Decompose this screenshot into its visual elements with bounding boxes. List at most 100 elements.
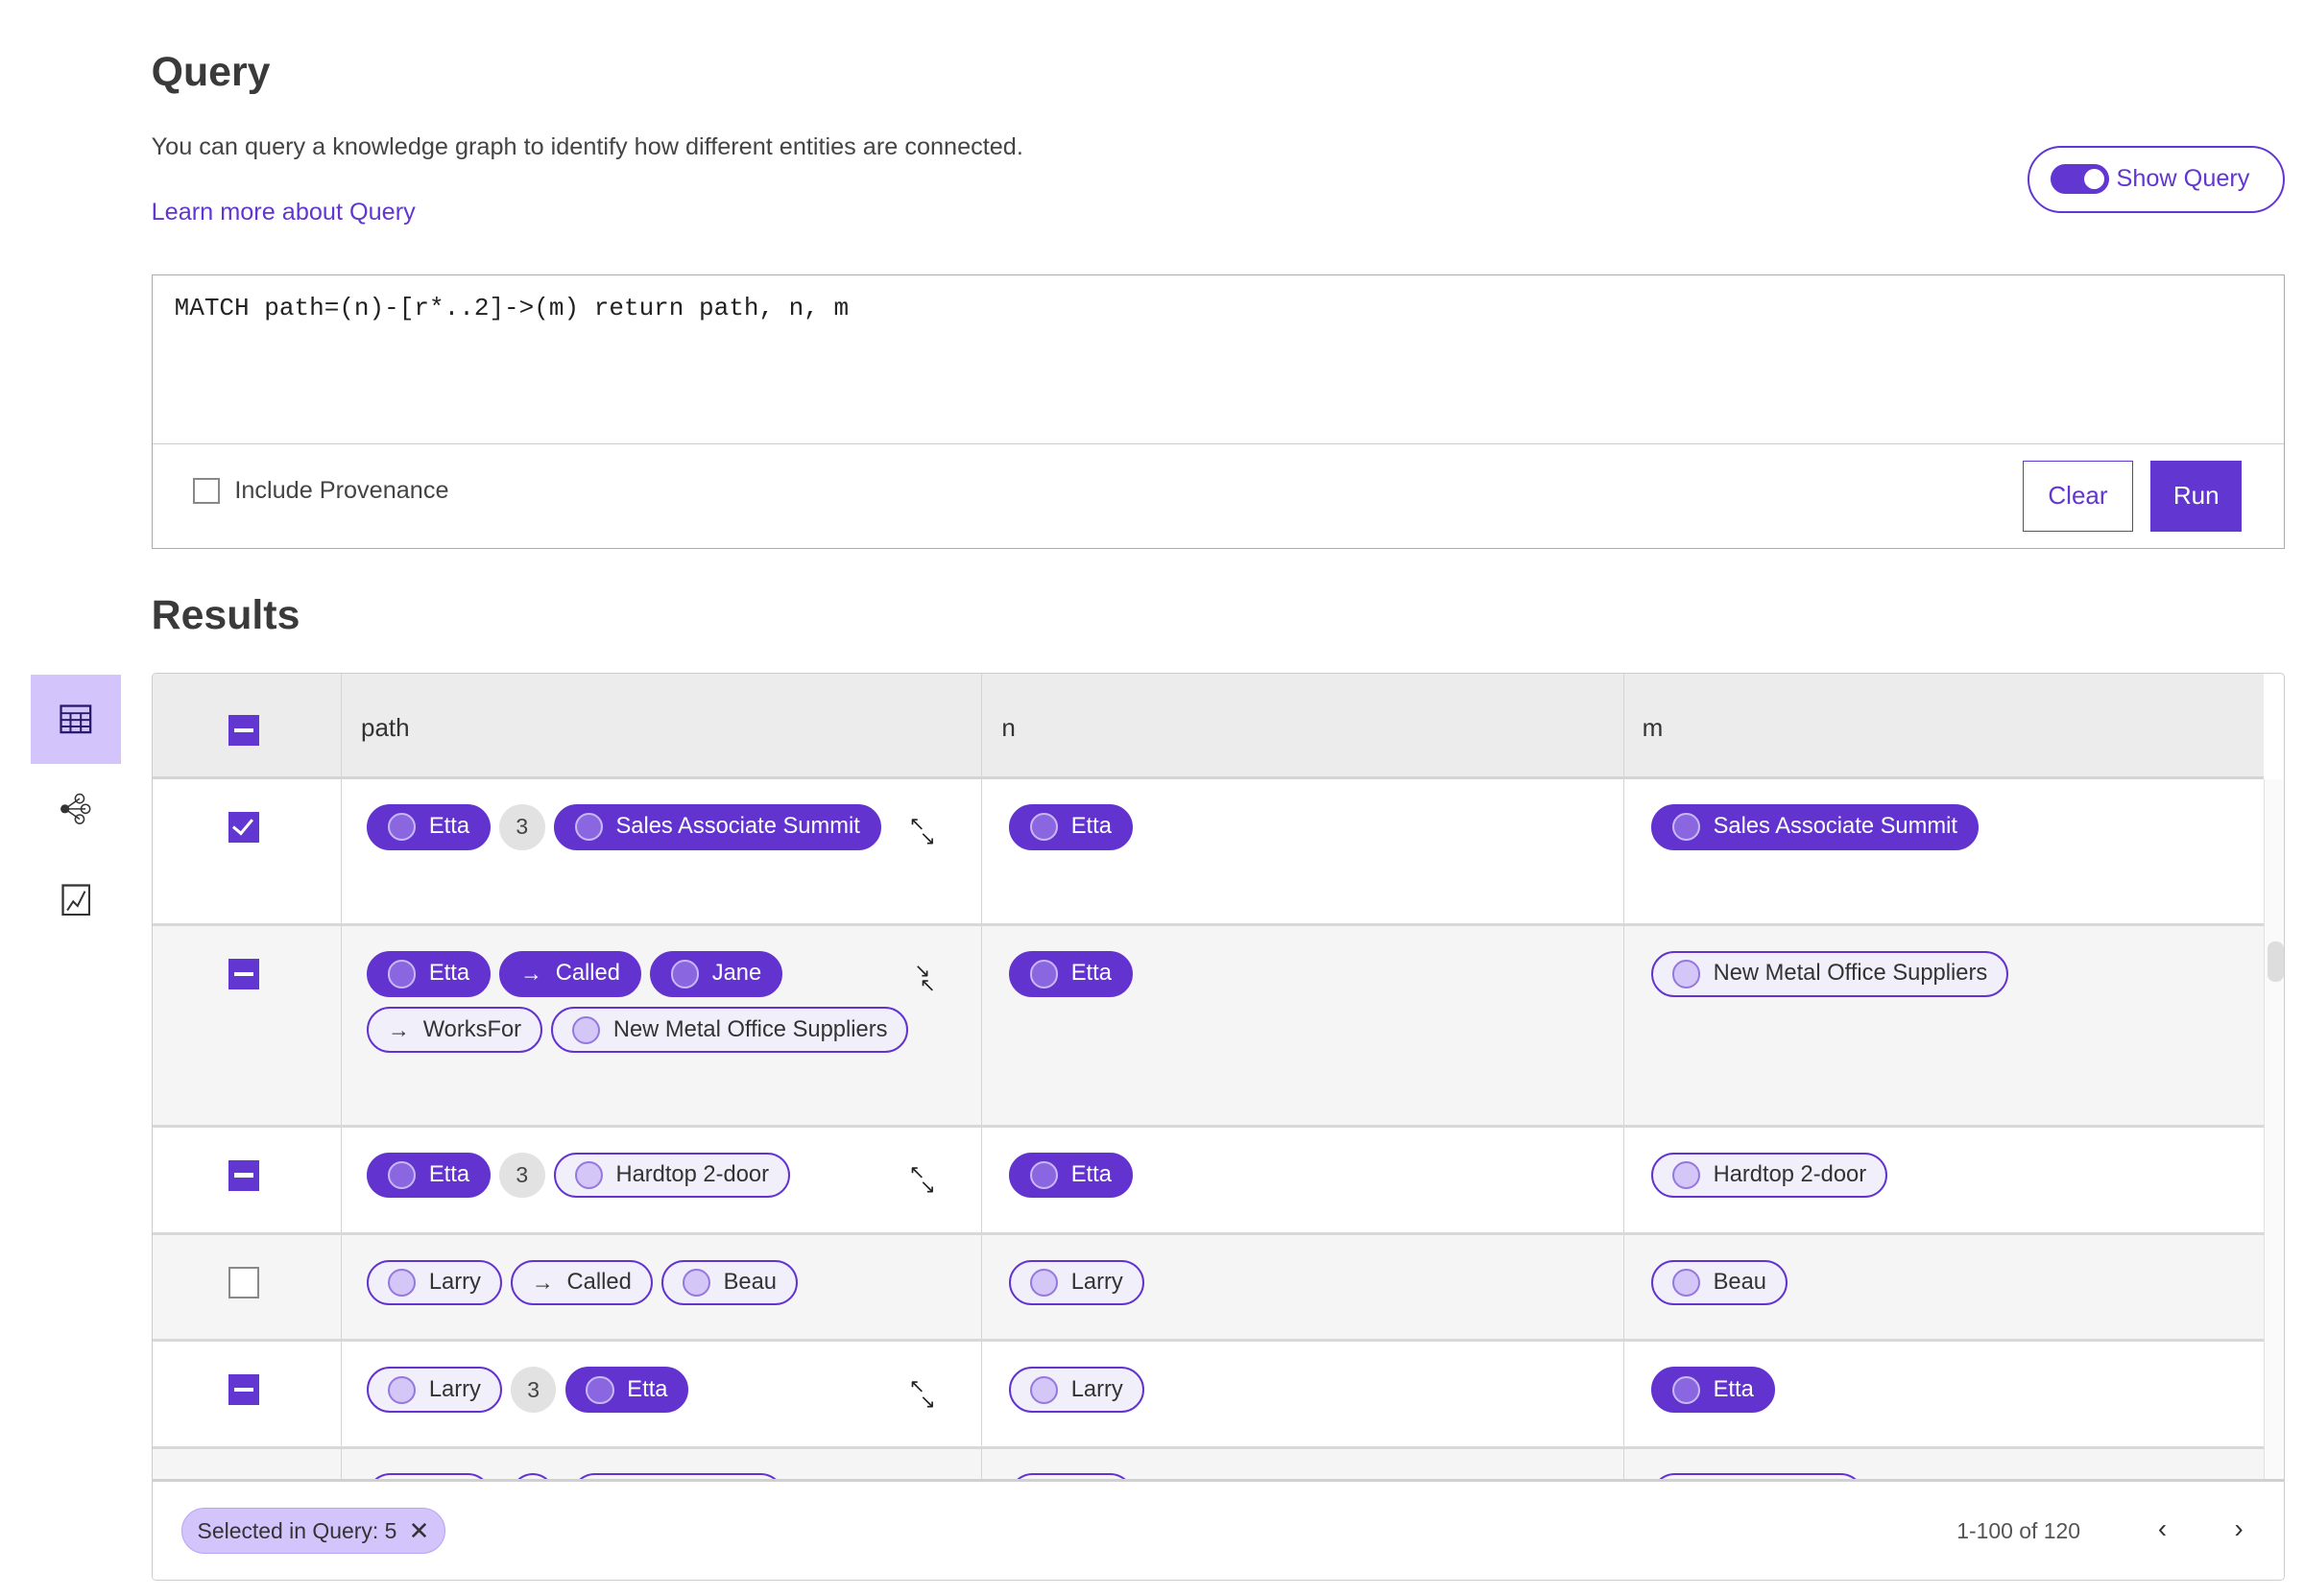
chip-label: New Metal Office Suppliers xyxy=(1713,961,1988,987)
chevron-left-icon[interactable]: ‹ xyxy=(2158,1513,2167,1544)
row-checkbox[interactable] xyxy=(228,811,260,844)
column-divider xyxy=(1622,1234,1624,1340)
chip-label: Sales Associate Summit xyxy=(1713,814,1957,840)
path-chips: Etta 3 Sales Associate Summit xyxy=(367,804,910,850)
table-row[interactable]: Etta 3 Sales Associate Summit ↖ ↘ Etta Sales … xyxy=(152,779,2265,927)
page-title: Query xyxy=(151,48,271,95)
table-row[interactable]: Larry → Called Beau Larry Beau xyxy=(152,1234,2265,1343)
m-cell: Sales Associate Summit xyxy=(1650,804,1979,850)
row-checkbox[interactable] xyxy=(228,1374,260,1406)
row-checkbox[interactable] xyxy=(228,958,260,990)
show-query-toggle[interactable]: Show Query xyxy=(2028,145,2286,213)
node-chip[interactable]: Hardtop 2-door xyxy=(1650,1152,1888,1199)
chart-icon xyxy=(60,884,90,916)
column-header-n[interactable]: n xyxy=(1001,713,1015,743)
node-chip[interactable]: Etta xyxy=(367,804,491,850)
path-chips: Etta → Called Jane → WorksFor New Metal Office… xyxy=(367,951,910,1053)
chip-label: Larry xyxy=(428,1376,481,1402)
expand-icon[interactable]: ↖ ↘ xyxy=(909,815,945,848)
n-cell: Etta xyxy=(1008,804,1133,850)
query-input[interactable]: MATCH path=(n)-[r*..2]->(m) return path,… xyxy=(152,275,2285,445)
n-cell: Larry xyxy=(1008,1367,1144,1413)
column-header-path[interactable]: path xyxy=(361,713,410,743)
node-circle-icon xyxy=(387,813,417,842)
node-chip[interactable]: Etta xyxy=(1008,951,1133,997)
checkbox-icon xyxy=(193,477,221,505)
node-chip[interactable]: Etta xyxy=(367,1152,491,1199)
node-circle-icon xyxy=(1671,1375,1700,1404)
learn-more-link[interactable]: Learn more about Query xyxy=(152,199,416,226)
column-divider xyxy=(340,1449,342,1479)
select-all-checkbox[interactable] xyxy=(228,714,260,746)
node-circle-icon xyxy=(387,960,417,989)
row-checkbox[interactable] xyxy=(228,1267,260,1298)
node-circle-icon xyxy=(1029,1268,1058,1297)
node-chip[interactable]: Sales Associate Summit xyxy=(1650,804,1979,850)
node-chip[interactable]: Larry xyxy=(367,1367,502,1413)
node-chip[interactable]: Beau xyxy=(660,1259,798,1306)
node-chip[interactable]: Jane xyxy=(650,951,783,997)
expand-icon[interactable]: ↖ ↘ xyxy=(909,1163,945,1197)
sidebar-item-graph[interactable] xyxy=(31,764,120,853)
edge-chip[interactable]: → Called xyxy=(499,951,641,997)
node-chip[interactable]: Etta xyxy=(367,951,491,997)
table-row[interactable]: Larry 3 Etta ↖ ↘ Larry Etta xyxy=(152,1342,2265,1450)
run-button[interactable]: Run xyxy=(2150,461,2243,532)
node-chip[interactable]: Hardtop 2-door xyxy=(553,1152,790,1199)
column-divider xyxy=(1622,779,1624,924)
expand-icon[interactable]: ↖ ↘ xyxy=(909,1377,945,1411)
chip-label: Etta xyxy=(1070,814,1112,840)
node-chip[interactable]: Etta xyxy=(564,1367,689,1413)
pagination-range: 1-100 of 120 xyxy=(1956,1518,2081,1544)
clear-button[interactable]: Clear xyxy=(2023,461,2133,532)
edge-chip[interactable]: → WorksFor xyxy=(367,1007,542,1053)
table-row[interactable]: Etta → Called Jane → WorksFor New Metal Office… xyxy=(152,926,2265,1128)
row-checkbox[interactable] xyxy=(228,1159,260,1191)
table-row-partial[interactable] xyxy=(152,1449,2265,1503)
n-cell: Etta xyxy=(1008,1152,1133,1199)
column-divider xyxy=(1622,1342,1624,1447)
node-chip[interactable]: Larry xyxy=(367,1259,502,1306)
table-row[interactable]: Etta 3 Hardtop 2-door ↖ ↘ Etta Hardtop 2-door xyxy=(152,1127,2265,1235)
path-count-badge[interactable]: 3 xyxy=(499,804,545,850)
node-circle-icon xyxy=(572,1015,601,1044)
node-chip[interactable]: New Metal Office Suppliers xyxy=(551,1007,909,1053)
node-chip[interactable]: Etta xyxy=(1008,804,1133,850)
page-description: You can query a knowledge graph to ident… xyxy=(151,133,1023,161)
results-title: Results xyxy=(151,591,300,638)
path-count-badge[interactable]: 3 xyxy=(499,1152,545,1199)
node-circle-icon xyxy=(574,1161,603,1190)
vertical-scrollbar[interactable] xyxy=(2264,779,2285,1479)
column-header-m[interactable]: m xyxy=(1643,713,1664,743)
chip-label: Etta xyxy=(428,1162,470,1188)
column-divider xyxy=(340,1127,342,1232)
node-chip[interactable]: Beau xyxy=(1650,1259,1788,1306)
graph-icon xyxy=(60,793,91,824)
column-divider xyxy=(340,1234,342,1340)
chevron-right-icon[interactable]: › xyxy=(2235,1513,2244,1544)
node-chip[interactable]: Etta xyxy=(1650,1367,1775,1413)
n-cell: Larry xyxy=(1008,1259,1144,1306)
sidebar-item-chart[interactable] xyxy=(31,855,120,944)
sidebar-item-table[interactable] xyxy=(31,674,121,764)
arrow-right-icon: → xyxy=(387,1016,410,1042)
node-chip[interactable]: Larry xyxy=(1008,1259,1144,1306)
collapse-icon[interactable]: ↘ ↖ xyxy=(909,962,945,995)
node-circle-icon xyxy=(574,813,603,842)
column-divider xyxy=(340,779,342,924)
include-provenance-checkbox[interactable]: Include Provenance xyxy=(193,477,449,505)
column-divider xyxy=(1622,1449,1624,1479)
scrollbar-thumb[interactable] xyxy=(2268,941,2284,983)
chip-label: Etta xyxy=(627,1376,668,1402)
node-chip[interactable]: Larry xyxy=(1008,1367,1144,1413)
chip-label: Etta xyxy=(428,961,470,987)
edge-chip[interactable]: → Called xyxy=(510,1259,653,1306)
node-chip[interactable]: Etta xyxy=(1008,1152,1133,1199)
path-count-badge[interactable]: 3 xyxy=(510,1367,557,1413)
node-chip[interactable]: New Metal Office Suppliers xyxy=(1650,951,2009,997)
close-icon[interactable]: ✕ xyxy=(409,1516,430,1546)
column-divider xyxy=(980,1342,982,1447)
column-divider xyxy=(1622,674,1624,777)
m-cell: Etta xyxy=(1650,1367,1775,1413)
node-chip[interactable]: Sales Associate Summit xyxy=(553,804,881,850)
